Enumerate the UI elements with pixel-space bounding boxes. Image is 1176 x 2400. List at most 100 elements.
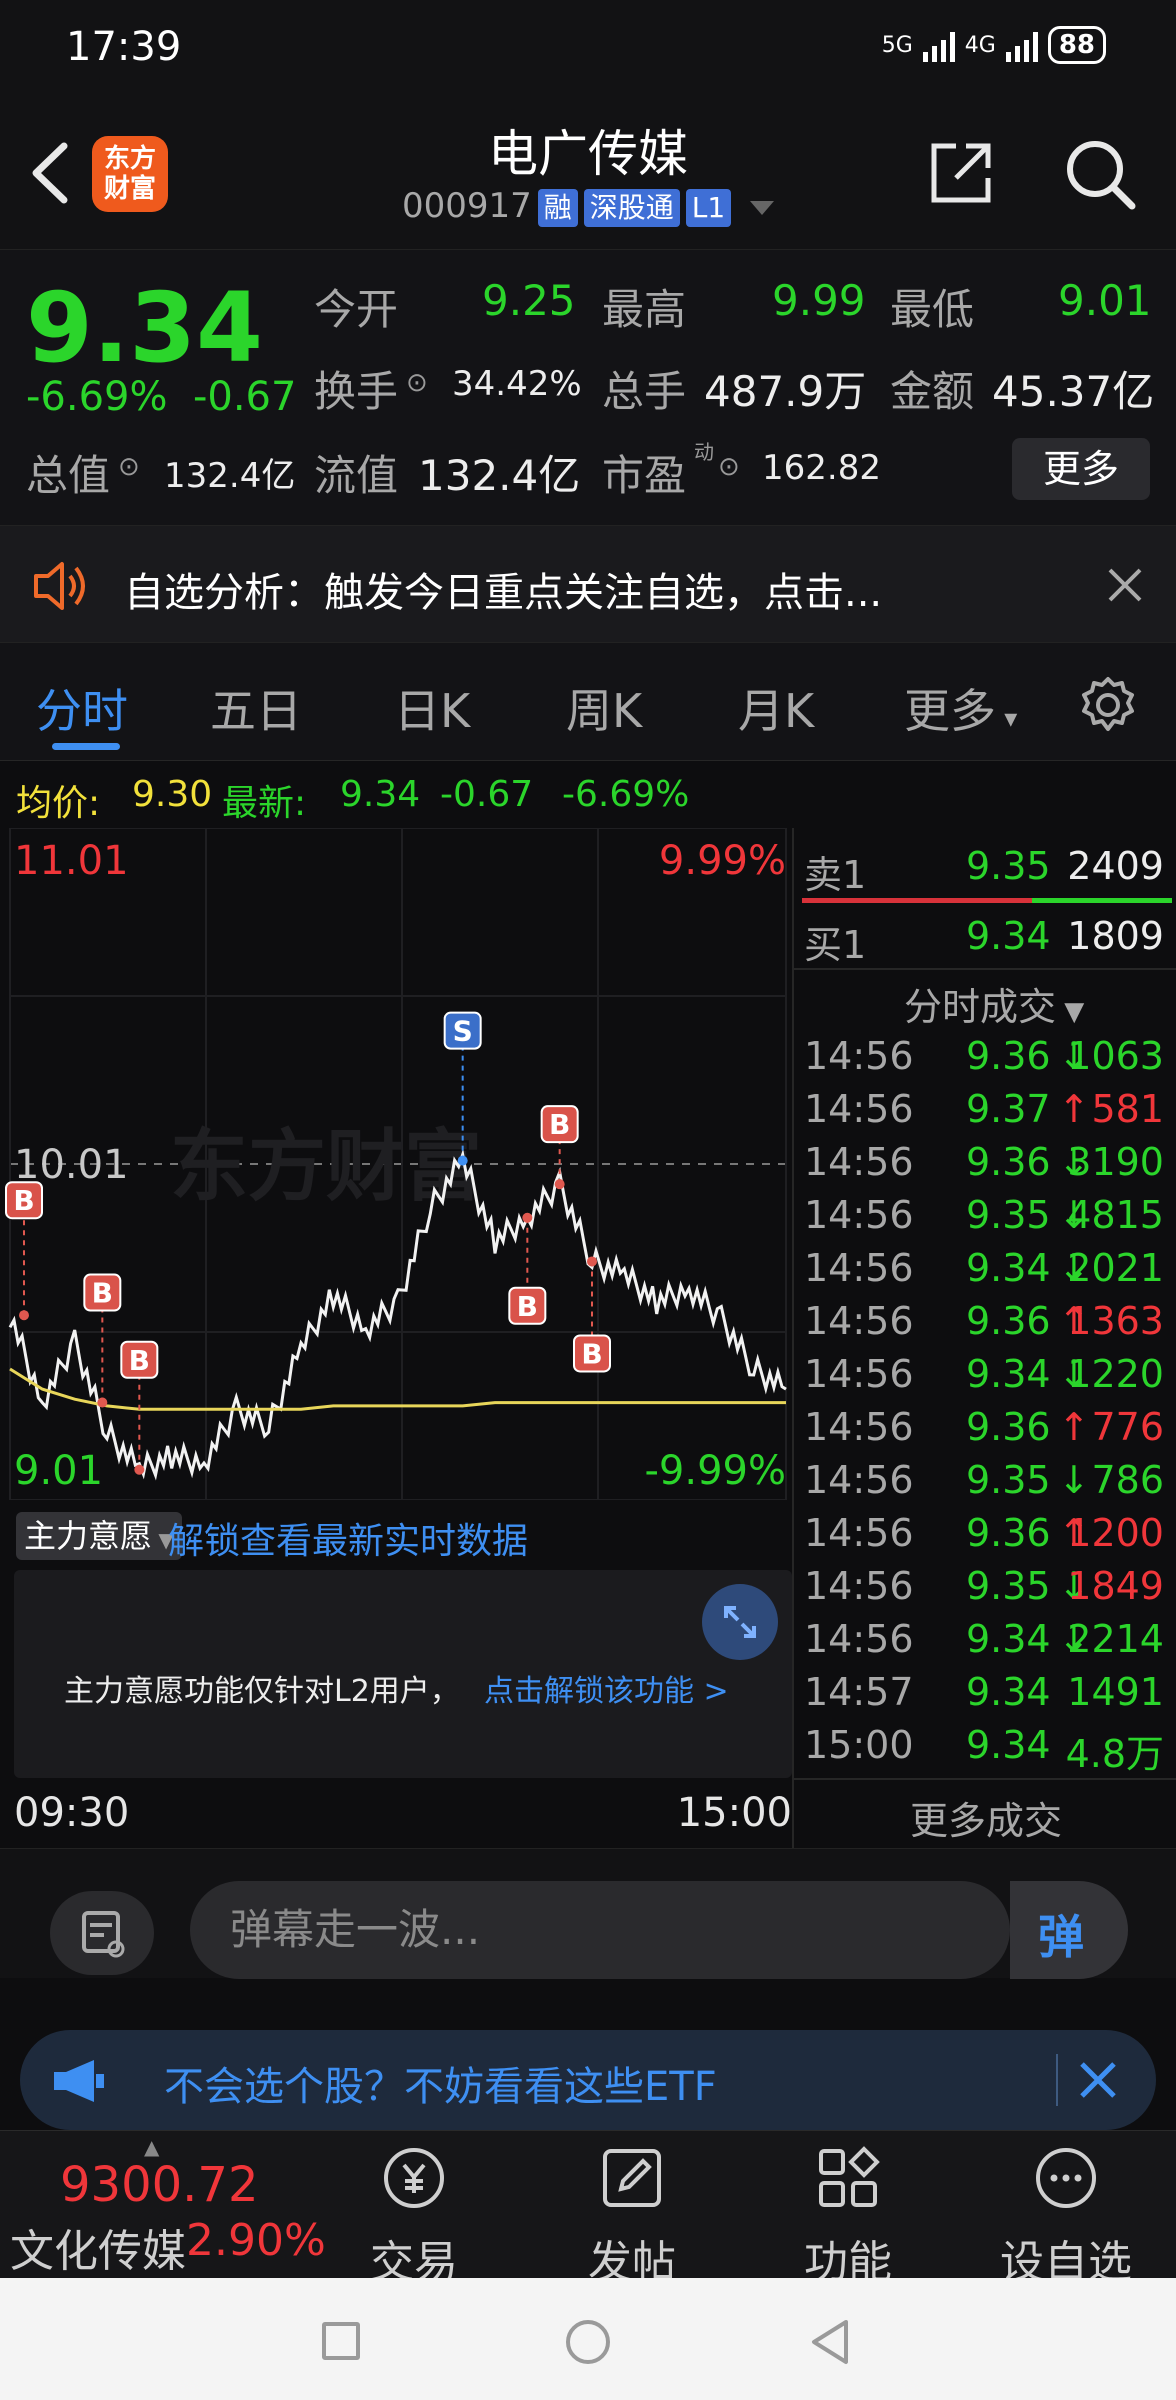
trade-volume: 4.8万 bbox=[1065, 1732, 1164, 1776]
trade-time: 14:56 bbox=[804, 1564, 914, 1608]
unlock-realtime-link[interactable]: 解锁查看最新实时数据 bbox=[168, 1512, 528, 1564]
main-force-tag-label: 主力意愿 bbox=[24, 1517, 153, 1555]
trade-price: 9.37 bbox=[966, 1087, 1051, 1131]
info-icon[interactable]: ⊙ bbox=[406, 368, 428, 398]
tab-weekly-k[interactable]: 周K bbox=[566, 675, 642, 741]
trade-volume: 581 bbox=[1091, 1087, 1164, 1131]
tab-more[interactable]: 更多 ▾ bbox=[904, 675, 1017, 741]
amount-label: 金额 bbox=[890, 367, 975, 416]
expand-icon[interactable] bbox=[702, 1584, 778, 1660]
index-name: 文化传媒 bbox=[10, 2226, 186, 2277]
info-icon[interactable]: ⊙ bbox=[118, 452, 140, 482]
margin-tag: 融 bbox=[537, 189, 578, 227]
quote-panel: 9.34 -6.69% -0.67 今开 9.25 最高 9.99 最低 9.0… bbox=[0, 250, 1176, 525]
recent-apps-icon[interactable] bbox=[322, 2322, 360, 2360]
marker-dot bbox=[522, 1212, 533, 1223]
axis-bottom-pct: -9.99% bbox=[644, 1448, 786, 1494]
home-icon[interactable] bbox=[566, 2320, 610, 2364]
sell-1-volume: 2409 bbox=[1067, 844, 1164, 888]
danmu-send-button[interactable]: 弹 bbox=[1010, 1881, 1128, 1979]
buy-1-row: 买1 9.34 1809 bbox=[804, 914, 1168, 969]
chart-watermark: 东方财富 bbox=[170, 1122, 482, 1212]
more-trades-button[interactable]: 更多成交 bbox=[794, 1790, 1176, 1845]
tab-five-day[interactable]: 五日 bbox=[210, 675, 302, 741]
marker-label: B bbox=[581, 1337, 602, 1370]
status-time: 17:39 bbox=[66, 24, 182, 70]
danmu-input[interactable]: 弹幕走一波... bbox=[190, 1881, 1010, 1979]
buy-1-label: 买1 bbox=[804, 923, 867, 967]
marker-dot bbox=[554, 1179, 565, 1190]
low-label: 最低 bbox=[890, 285, 975, 334]
axis-mid-price: 10.01 bbox=[14, 1142, 129, 1188]
trade-row: 14:57 9.34 1491 bbox=[804, 1670, 1168, 1723]
close-icon[interactable] bbox=[1106, 566, 1144, 604]
trade-time: 14:57 bbox=[804, 1670, 914, 1714]
trade-row: 14:56 9.35 ↓ 786 bbox=[804, 1458, 1168, 1511]
share-icon[interactable] bbox=[926, 138, 996, 208]
tab-intraday[interactable]: 分时 bbox=[36, 675, 128, 741]
trade-volume: 776 bbox=[1091, 1405, 1164, 1449]
trade-time: 15:00 bbox=[804, 1723, 914, 1767]
trade-price: 9.36 bbox=[966, 1140, 1051, 1184]
intraday-chart[interactable]: 东方财富 B B B S B B B 11.01 9.99% 10.01 9.01 -9.9… bbox=[0, 828, 792, 1500]
index-pct: 2.90% bbox=[186, 2215, 326, 2266]
latest-change: -0.67 bbox=[440, 774, 534, 815]
pe-dynamic-sup: 动 bbox=[694, 440, 714, 464]
latest-value: 9.34 bbox=[340, 774, 421, 815]
back-icon[interactable] bbox=[808, 2318, 852, 2366]
divider bbox=[794, 1778, 1176, 1780]
trade-time: 14:56 bbox=[804, 1511, 914, 1555]
trade-price: 9.36 bbox=[966, 1299, 1051, 1343]
trade-time: 14:56 bbox=[804, 1405, 914, 1449]
status-bar: 17:39 5G 4G 88 bbox=[0, 0, 1176, 100]
trade-time: 14:56 bbox=[804, 1087, 914, 1131]
marker-dot bbox=[134, 1464, 145, 1475]
trade-price: 9.34 bbox=[966, 1246, 1051, 1290]
trade-price: 9.36 bbox=[966, 1511, 1051, 1555]
trade-yen-icon bbox=[384, 2148, 444, 2208]
trade-price: 9.34 bbox=[966, 1723, 1051, 1767]
axis-top-pct: 9.99% bbox=[658, 838, 786, 884]
stock-name: 电广传媒 bbox=[488, 125, 688, 183]
trade-volume: 1063 bbox=[1067, 1034, 1164, 1078]
edit-icon bbox=[603, 2149, 661, 2207]
info-icon[interactable]: ⊙ bbox=[718, 452, 740, 482]
marker-label: B bbox=[549, 1108, 570, 1141]
more-quote-button[interactable]: 更多 bbox=[1012, 438, 1150, 500]
settings-gear-icon[interactable] bbox=[1076, 673, 1140, 737]
volume-label: 总手 bbox=[602, 367, 687, 416]
etf-banner[interactable]: 不会选个股？不妨看看这些ETF bbox=[20, 2030, 1156, 2130]
trade-row: 14:56 9.35 ↓ 4815 bbox=[804, 1193, 1168, 1246]
order-book: 卖1 9.35 2409 买1 9.34 1809 分时成交 ▼ 14:56 9.… bbox=[792, 828, 1176, 1848]
unlock-feature-link[interactable]: 点击解锁该功能 > bbox=[484, 1666, 729, 1710]
main-force-tag[interactable]: 主力意愿 ▼ bbox=[16, 1512, 182, 1560]
avg-price-bar: 均价: 9.30 最新: 9.34 -0.67 -6.69% bbox=[0, 762, 1176, 828]
notice-bar[interactable]: 自选分析：触发今日重点关注自选，点击... bbox=[0, 525, 1176, 643]
stock-code-row[interactable]: 000917 融深股通 L1 bbox=[0, 186, 1176, 227]
tab-more-label: 更多 bbox=[904, 684, 996, 738]
trades-header[interactable]: 分时成交 ▼ bbox=[904, 976, 1084, 1031]
battery-icon: 88 bbox=[1047, 26, 1106, 64]
trade-price: 9.34 bbox=[966, 1670, 1051, 1714]
index-widget[interactable]: ▲ 9300.72 文化传媒 2.90% bbox=[0, 2131, 326, 2279]
close-icon[interactable] bbox=[1076, 2058, 1120, 2102]
comment-list-icon[interactable] bbox=[50, 1891, 154, 1975]
change-value: -0.67 bbox=[192, 374, 297, 420]
tab-daily-k[interactable]: 日K bbox=[394, 675, 470, 741]
marker-label: B bbox=[129, 1344, 150, 1377]
nav-trade[interactable]: 交易 bbox=[314, 2131, 514, 2290]
trade-direction: ↓ bbox=[1058, 1458, 1090, 1502]
active-tab-indicator bbox=[52, 743, 120, 750]
divider bbox=[1056, 2054, 1058, 2106]
nav-functions[interactable]: 功能 bbox=[748, 2131, 948, 2290]
nav-post[interactable]: 发帖 bbox=[532, 2131, 732, 2290]
float-label: 流值 bbox=[314, 451, 399, 500]
open-value: 9.25 bbox=[482, 276, 576, 325]
search-icon[interactable] bbox=[1062, 136, 1138, 212]
nav-add-watchlist[interactable]: 设自选 bbox=[966, 2131, 1166, 2290]
tab-monthly-k[interactable]: 月K bbox=[738, 675, 814, 741]
open-label: 今开 bbox=[314, 285, 399, 334]
sell-1-price: 9.35 bbox=[966, 844, 1051, 888]
trade-price: 9.36 bbox=[966, 1405, 1051, 1449]
signal-icon bbox=[1005, 28, 1038, 62]
